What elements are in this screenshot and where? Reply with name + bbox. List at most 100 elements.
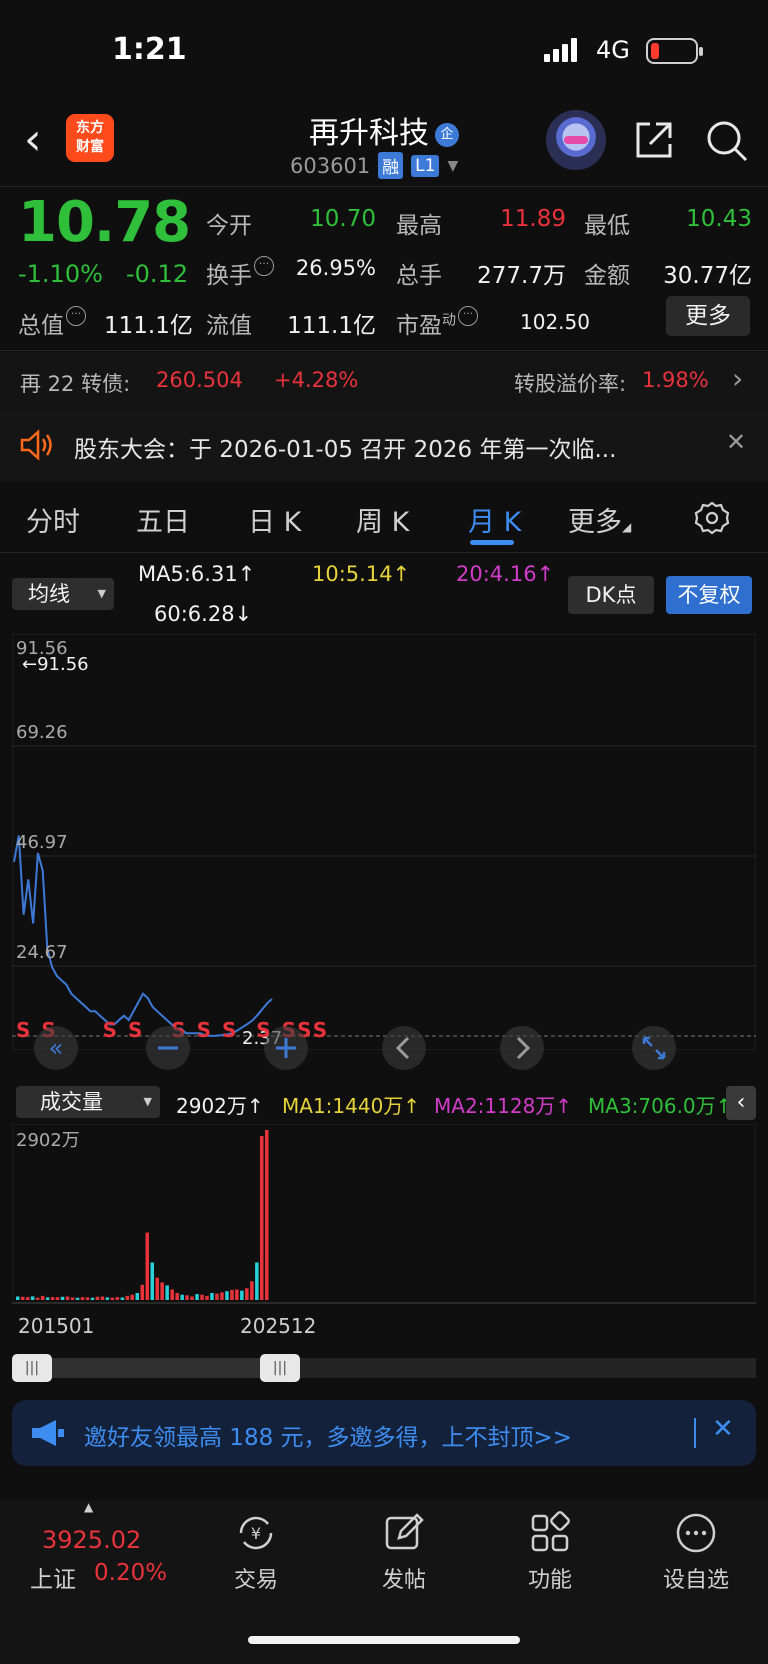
info-icon[interactable]: ··· [66, 306, 86, 326]
date-end-label: 202512 [240, 1314, 317, 1338]
volume-bar [175, 1293, 179, 1300]
volume-ma3: MA3:706.0万↑ [588, 1094, 733, 1118]
collapse-icon[interactable]: ‹ [726, 1086, 756, 1120]
volume-current: 2902万↑ [176, 1094, 264, 1118]
signal-icon [544, 38, 584, 62]
volume-bar [205, 1295, 209, 1300]
volume-ma2: MA2:1128万↑ [434, 1094, 573, 1118]
volume-bar [115, 1297, 120, 1300]
volume-bar [16, 1296, 20, 1300]
volume-bar [55, 1297, 60, 1300]
volume-ma1: MA1:1440万↑ [282, 1094, 421, 1118]
nav-functions[interactable]: 功能 [490, 1510, 610, 1594]
range-handle-left[interactable]: ||| [12, 1354, 52, 1382]
more-quote-button[interactable]: 更多 [666, 296, 750, 336]
home-indicator [248, 1636, 520, 1644]
volume-bar [30, 1296, 35, 1300]
volume-bar [195, 1294, 199, 1300]
caret-up-icon[interactable]: ▲ [84, 1500, 93, 1514]
battery-icon [646, 38, 703, 64]
tab-five-day[interactable]: 五日 [136, 500, 190, 539]
stock-code: 603601 [290, 153, 371, 178]
rewind-icon[interactable]: « [34, 1026, 78, 1070]
tab-more[interactable]: 更多◢ [568, 500, 631, 539]
index-name[interactable]: 上证 [30, 1560, 76, 1594]
stock-code-row[interactable]: 603601 融 L1 ▼ [290, 152, 458, 179]
zoom-in-icon[interactable] [264, 1026, 308, 1070]
active-tab-indicator [470, 540, 514, 545]
tab-daily-k[interactable]: 日 K [248, 500, 301, 539]
volume-bar [135, 1293, 139, 1300]
edit-icon [385, 1513, 424, 1550]
volume-bar [35, 1297, 40, 1300]
tab-intraday[interactable]: 分时 [26, 500, 80, 539]
nav-post[interactable]: 发帖 [344, 1510, 464, 1594]
volume-bar [145, 1232, 149, 1300]
more-dots-icon [676, 1513, 716, 1553]
volume-bar [60, 1296, 65, 1300]
share-icon[interactable] [632, 118, 676, 162]
close-icon[interactable]: ✕ [726, 428, 746, 456]
amount-value: 30.77亿 [663, 263, 752, 289]
indicator-select[interactable]: 均线 [12, 578, 114, 610]
index-change[interactable]: 0.20% [94, 1560, 167, 1586]
volume-bar [40, 1295, 45, 1300]
fullscreen-icon[interactable] [632, 1026, 676, 1070]
range-handle-right[interactable]: ||| [260, 1354, 300, 1382]
bond-price: 260.504 [156, 368, 243, 392]
y-tick-label: 24.67 [16, 942, 68, 963]
dk-point-button[interactable]: DK点 [568, 576, 654, 614]
assistant-robot-icon[interactable] [546, 110, 606, 170]
info-icon[interactable]: ··· [458, 306, 478, 326]
volume-bar [120, 1297, 125, 1300]
volume-bar [165, 1285, 169, 1300]
index-value[interactable]: 3925.02 [42, 1526, 141, 1554]
volume-bar [100, 1296, 105, 1300]
volume-bar [95, 1296, 100, 1300]
tab-monthly-k[interactable]: 月 K [468, 500, 521, 539]
close-icon[interactable]: ✕ [712, 1414, 734, 1444]
turnover-label: 换手 ··· [206, 256, 274, 290]
price-chart[interactable]: 91.56 ←91.56 69.26 46.97 24.67 2.37 S S … [12, 634, 756, 1070]
nav-watchlist[interactable]: 设自选 [636, 1510, 756, 1594]
network-type: 4G [596, 36, 630, 64]
volume-bar [75, 1297, 80, 1300]
range-slider-selection [32, 1358, 280, 1378]
price-chart-svg [12, 634, 756, 1050]
tab-weekly-k[interactable]: 周 K [356, 500, 409, 539]
divider [0, 350, 768, 351]
chevron-right-icon[interactable]: › [732, 362, 743, 395]
date-start-label: 201501 [18, 1314, 95, 1338]
nav-trade[interactable]: ¥ 交易 [196, 1510, 316, 1594]
float-cap-label: 流值 [206, 313, 252, 339]
megaphone-icon [32, 1420, 64, 1446]
volume-bar [21, 1296, 25, 1300]
chevron-left-icon[interactable] [382, 1026, 426, 1070]
y-tick-label: 46.97 [16, 832, 68, 853]
volume-bar [210, 1293, 214, 1300]
search-icon[interactable] [704, 118, 750, 164]
volume-bar [140, 1284, 144, 1300]
volume-chart[interactable]: 2902万 [12, 1124, 756, 1304]
margin-tag: 融 [378, 152, 404, 179]
nav-watchlist-label: 设自选 [662, 1568, 729, 1593]
adjust-button[interactable]: 不复权 [666, 576, 752, 614]
low-value: 10.43 [686, 206, 752, 232]
chevron-right-icon[interactable] [500, 1026, 544, 1070]
high-value: 11.89 [500, 206, 566, 232]
volume-bar [170, 1289, 174, 1300]
promo-text: 邀好友领最高 188 元，多邀多得，上不封顶>> [84, 1425, 573, 1451]
gear-icon[interactable] [694, 500, 730, 536]
ma5-value: MA5:6.31↑ [138, 562, 256, 586]
zoom-out-icon[interactable] [146, 1026, 190, 1070]
svg-text:¥: ¥ [251, 1524, 261, 1543]
volume-indicator-select[interactable]: 成交量 [16, 1086, 160, 1118]
premium-label: 转股溢价率: [514, 372, 627, 396]
volume-bar [125, 1295, 130, 1300]
last-price: 10.78 [18, 190, 191, 255]
nav-functions-label: 功能 [527, 1568, 572, 1593]
volume-bar [215, 1293, 219, 1300]
info-icon[interactable]: ··· [254, 256, 274, 276]
volume-bar [240, 1290, 244, 1300]
change-percent: -1.10% [18, 260, 103, 288]
